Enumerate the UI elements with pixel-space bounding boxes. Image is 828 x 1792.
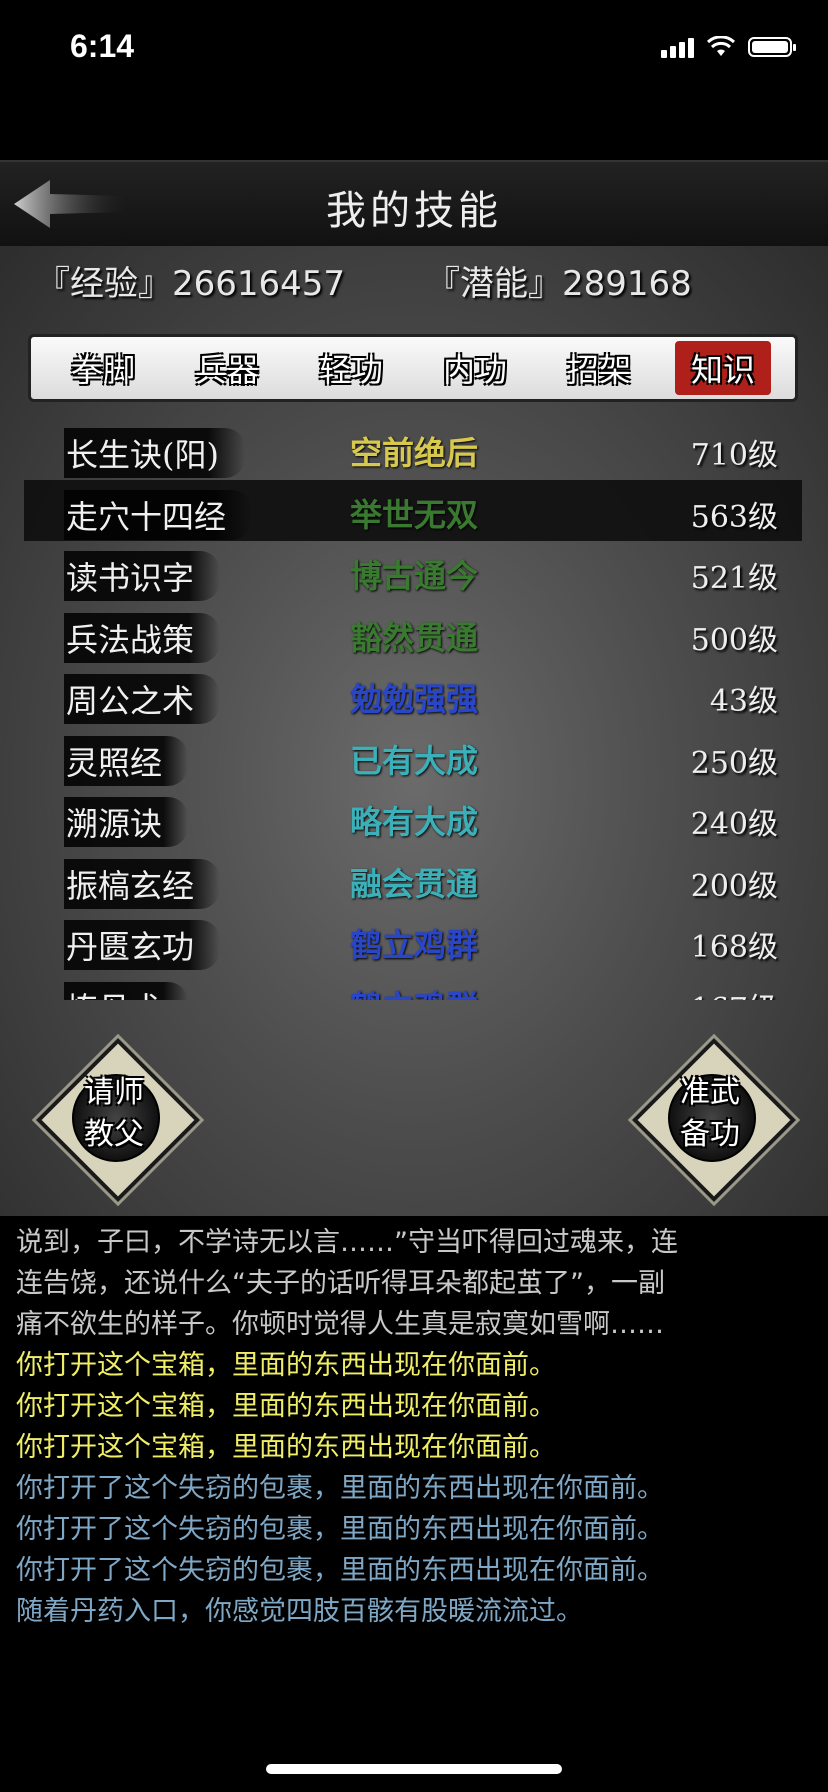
tab-2[interactable]: 轻功 [303,341,399,395]
skill-name: 炼丹术 [64,981,189,1000]
tab-3[interactable]: 内功 [427,341,523,395]
battery-icon [748,37,796,57]
status-bar: 6:14 [0,0,828,100]
skill-row[interactable]: 长生诀(阳) 空前绝后 710级 [24,418,802,480]
skill-row[interactable]: 溯源诀 略有大成 240级 [24,787,802,849]
skill-name: 周公之术 [64,674,221,724]
log-line: 你打开这个宝箱，里面的东西出现在你面前。 [16,1350,556,1381]
skill-rank: 融会贯通 [350,864,479,903]
skill-level: 563级 [690,499,778,535]
skill-rank: 鹤立鸡群 [350,926,479,964]
skill-level: 240级 [690,807,778,842]
skill-tabs: 拳脚 兵器 轻功 内功 招架 知识 [28,334,798,402]
skill-name: 长生诀(阳) [64,428,245,478]
potential-value: 『潜能』289168 [426,264,692,304]
skill-level: 200级 [690,868,778,904]
skill-level: 167级 [691,984,778,1001]
seek-master-button[interactable]: 请师 教父 [34,1036,201,1203]
status-icons [661,36,796,58]
log-line: 连告饶，还说什么“夫子的话听得耳朵都起茧了”，一副 [16,1268,665,1299]
skill-name: 读书识字 [64,551,221,601]
signal-icon [661,36,694,58]
skill-level: 168级 [690,930,778,965]
skill-name: 振槁玄经 [64,858,221,909]
skill-row[interactable]: 走穴十四经 举世无双 563级 [24,479,802,541]
skill-row[interactable]: 丹匮玄功 鹤立鸡群 168级 [24,910,802,972]
skill-row[interactable]: 兵法战策 豁然贯通 500级 [24,603,802,665]
skill-row[interactable]: 读书识字 博古通今 521级 [24,541,802,603]
log-line: 随着丹药入口，你感觉四肢百骸有股暖流流过。 [16,1596,583,1627]
status-time: 6:14 [70,28,135,64]
log-line: 你打开了这个失窃的包裹，里面的东西出现在你面前。 [16,1514,664,1545]
log-line: 痛不欲生的样子。你顿时觉得人生真是寂寞如雪啊…… [16,1309,664,1340]
skill-name: 丹匮玄功 [64,920,221,970]
wifi-icon [706,36,736,56]
skill-row[interactable]: 振槁玄经 融会贯通 200级 [24,849,802,911]
header: 我的技能 [0,160,828,248]
skill-list[interactable]: 长生诀(阳) 空前绝后 710级走穴十四经 举世无双 563级读书识字 博古通今 521级兵… [24,418,802,1000]
log-line: 你打开这个宝箱，里面的东西出现在你面前。 [16,1391,556,1422]
tab-0[interactable]: 拳脚 [55,341,151,395]
stats-bar: 『经验』26616457 『潜能』289168 [36,256,816,306]
seek-master-label-2: 教父 [84,1117,144,1152]
tab-5[interactable]: 知识 [674,341,771,395]
skill-rank: 博古通今 [350,557,479,595]
log-line: 你打开了这个失窃的包裹，里面的东西出现在你面前。 [16,1555,664,1586]
prepare-skill-button[interactable]: 准武 备功 [630,1036,797,1203]
skill-name: 灵照经 [64,735,189,786]
experience-value: 『经验』26616457 [36,264,346,304]
skill-rank: 豁然贯通 [350,618,479,657]
log-line: 你打开了这个失窃的包裹，里面的东西出现在你面前。 [16,1473,664,1504]
seek-master-label-1: 请师 [84,1075,144,1110]
skill-rank: 勉勉强强 [350,680,479,718]
skill-name: 兵法战策 [64,612,221,663]
log-line: 说到，子曰，不学诗无以言……”守当吓得回过魂来，连 [16,1227,678,1258]
skill-level: 500级 [690,622,778,658]
home-indicator[interactable] [266,1764,562,1774]
skill-level: 250级 [690,745,778,781]
skill-rank: 已有大成 [350,741,479,780]
page-title: 我的技能 [326,188,502,234]
log-line: 你打开这个宝箱，里面的东西出现在你面前。 [16,1432,556,1463]
tab-4[interactable]: 招架 [551,341,647,395]
skill-rank: 举世无双 [350,495,479,534]
skill-level: 43级 [709,684,778,719]
skill-row[interactable]: 周公之术 勉勉强强 43级 [24,664,802,726]
skill-name: 溯源诀 [64,797,189,847]
skill-name: 走穴十四经 [64,489,253,540]
skill-rank: 空前绝后 [350,434,479,472]
skill-row[interactable]: 炼丹术 鹤立鸡群 167级 [24,972,802,1001]
message-log[interactable]: 说到，子曰，不学诗无以言……”守当吓得回过魂来，连 连告饶，还说什么“夫子的话听得… [0,1218,828,1638]
tab-1[interactable]: 兵器 [179,341,275,395]
prepare-skill-label-1: 准武 [680,1075,740,1110]
skill-rank: 鹤立鸡群 [350,982,478,1001]
skill-level: 710级 [690,438,778,473]
skill-level: 521级 [690,561,778,596]
skill-rank: 略有大成 [350,803,479,841]
prepare-skill-label-2: 备功 [680,1117,740,1152]
skill-row[interactable]: 灵照经 已有大成 250级 [24,726,802,788]
